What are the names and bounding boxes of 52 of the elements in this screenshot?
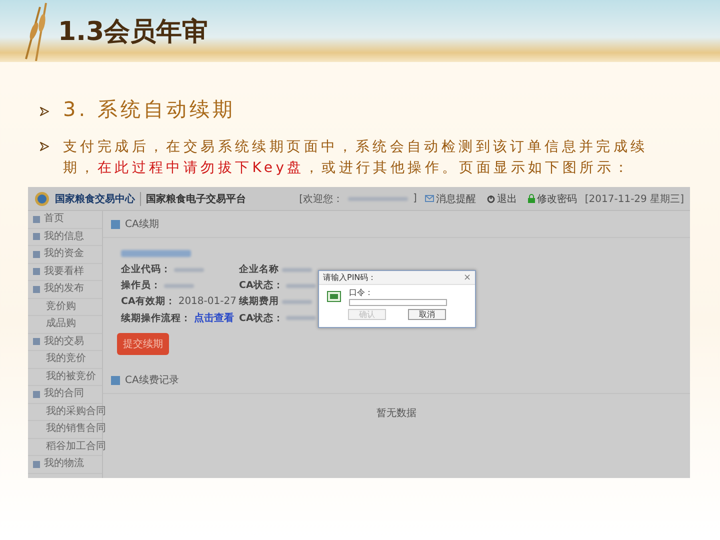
sidebar-item[interactable]: 我的物流 — [28, 456, 102, 474]
date-text: [2017-11-29 星期三] — [584, 192, 684, 206]
password-field[interactable] — [349, 299, 447, 306]
platform-name: 国家粮食电子交易平台 — [146, 192, 246, 206]
password-label: 口令： — [349, 287, 374, 298]
bullet-text: 支付完成后，在交易系统续期页面中，系统会自动检测到该订单信息并完成续期，在此过程中请勿拔下Key盘，或进行其他操作。页面显示如下图所示： — [63, 138, 649, 178]
sidebar-subitem[interactable]: 我的被竞价 — [28, 368, 102, 386]
panel-icon — [111, 376, 120, 384]
sidebar-item[interactable]: 首页 — [28, 211, 102, 228]
close-button[interactable]: × — [463, 272, 471, 282]
slide-title: 1.3会员年审 — [58, 16, 208, 48]
panel-title: CA续期 — [125, 218, 159, 231]
sidebar-item[interactable]: 我的合同 — [28, 386, 102, 404]
field-label: CA状态： — [239, 279, 284, 292]
redacted-company-name — [121, 250, 191, 257]
empty-message: 暂无数据 — [376, 408, 416, 419]
sidebar-subitem[interactable]: 竞价购 — [28, 298, 102, 316]
lock-icon — [528, 194, 535, 203]
envelope-icon — [424, 195, 434, 202]
sidebar-item[interactable]: 我的信息 — [28, 228, 102, 246]
sidebar-subitem[interactable]: 我的竞价 — [28, 351, 102, 368]
bullet-arrow-icon — [40, 107, 49, 116]
field-label: 操作员： — [121, 279, 161, 292]
bracket-text: ] — [412, 193, 417, 204]
power-icon — [486, 194, 495, 202]
header-link[interactable]: 消息提醒 — [424, 192, 476, 206]
field-label: CA状态： — [239, 312, 284, 324]
header-link[interactable]: 修改密码 — [528, 192, 577, 206]
sidebar-subitem[interactable]: 成品购 — [28, 316, 102, 334]
sidebar-item[interactable]: 我要看样 — [28, 264, 102, 281]
sidebar-item[interactable]: 我的发布 — [28, 281, 102, 298]
sidebar-item[interactable]: 我的资金 — [28, 246, 102, 264]
globe-logo-icon — [34, 190, 50, 206]
bullet-arrow-icon — [40, 142, 49, 151]
field-label: CA有效期： — [121, 295, 176, 308]
field-value: 2018-01-27 — [178, 296, 236, 307]
field-label: 企业代码： — [121, 263, 171, 276]
dialog-button[interactable]: 取消 — [408, 309, 446, 320]
header-link[interactable]: 退出 — [486, 192, 517, 206]
card-reader-icon — [327, 291, 341, 302]
submit-renewal-button[interactable]: 提交续期 — [117, 333, 169, 355]
sidebar-item[interactable]: 我的交易 — [28, 334, 102, 351]
dialog-title: 请输入PIN码： — [323, 272, 376, 283]
field-label: 续期操作流程： — [121, 312, 191, 324]
view-link[interactable]: 点击查看 — [194, 311, 234, 325]
logo-text: 国家粮食交易中心 — [55, 192, 135, 206]
field-label: 企业名称 — [239, 263, 279, 276]
panel-icon — [111, 220, 120, 228]
welcome-label: [欢迎您： — [299, 192, 343, 206]
bullet-heading: 3. 系统自动续期 — [63, 96, 236, 123]
field-label: 续期费用 — [239, 295, 279, 308]
panel-title: CA续费记录 — [125, 374, 179, 387]
